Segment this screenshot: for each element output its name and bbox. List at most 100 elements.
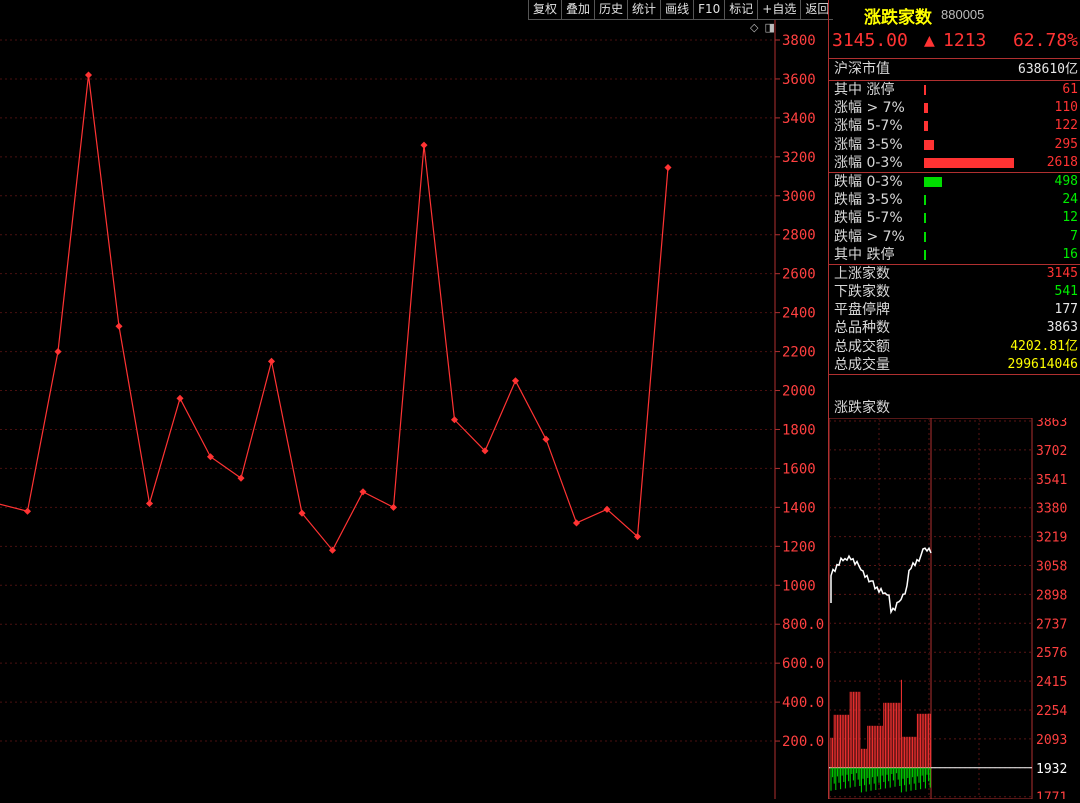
fall-bar [924, 176, 942, 187]
rise-value: 295 [1054, 136, 1078, 152]
fall-value: 16 [1062, 246, 1078, 262]
summary-row: 平盘停牌 177 [829, 301, 1080, 319]
data-point [664, 164, 672, 172]
y-tick-label: 1800 [782, 422, 816, 438]
mini-y-tick-label: 2093 [1036, 733, 1067, 748]
market-cap-value: 638610亿 [1018, 62, 1078, 77]
overlay-button[interactable]: 叠加 [561, 0, 595, 20]
up-arrow-icon: ▲ [924, 30, 935, 51]
rise-row: 涨幅 5-7% 122 [829, 117, 1080, 135]
summary-value: 299614046 [1007, 356, 1078, 372]
mini-y-tick-label: 2898 [1036, 588, 1067, 603]
fall-value: 7 [1070, 228, 1078, 244]
data-point [511, 377, 520, 385]
right-panel: 涨跌家数 880005 3145.00 ▲ 1213 62.78% 沪深市值 6… [828, 0, 1080, 803]
summary-label: 总成交量 [834, 356, 890, 373]
rise-bar [924, 157, 1014, 168]
fall-row: 跌幅 5-7% 12 [829, 209, 1080, 227]
rise-label: 涨幅 0-3% [834, 154, 903, 171]
data-point [542, 435, 550, 443]
fall-label: 跌幅 3-5% [834, 192, 903, 209]
y-tick-label: 1400 [782, 500, 816, 516]
market-cap-label: 沪深市值 [834, 61, 890, 77]
summary-row: 总品种数 3863 [829, 319, 1080, 337]
mini-y-tick-label: 3541 [1036, 473, 1067, 488]
mini-y-tick-label: 3702 [1036, 444, 1067, 459]
data-point [84, 71, 93, 79]
fall-value: 498 [1054, 173, 1078, 189]
draw-line-button[interactable]: 画线 [660, 0, 694, 20]
rise-bar [924, 103, 928, 114]
y-tick-label: 1200 [782, 539, 816, 555]
mini-chart-title: 涨跌家数 [834, 400, 890, 416]
rise-section: 其中 涨停 61 涨幅 > 7% 110 涨幅 5-7% 122 涨幅 3-5% 295 涨幅 … [829, 81, 1080, 173]
summary-row: 上涨家数 3145 [829, 265, 1080, 283]
y-tick-label: 3200 [782, 150, 816, 166]
data-point [420, 141, 428, 149]
fall-row: 跌幅 > 7% 7 [829, 228, 1080, 246]
statistics-button[interactable]: 统计 [627, 0, 661, 20]
data-point [176, 394, 184, 402]
data-point [389, 503, 398, 511]
fall-label: 跌幅 5-7% [834, 210, 903, 227]
y-tick-label: 2600 [782, 267, 816, 283]
fall-row: 跌幅 3-5% 24 [829, 191, 1080, 209]
y-tick-label: 3400 [782, 111, 816, 127]
restore-rights-button[interactable]: 复权 [528, 0, 562, 20]
y-tick-label: 2400 [782, 306, 816, 322]
history-button[interactable]: 历史 [594, 0, 628, 20]
y-tick-label: 3800 [782, 33, 816, 49]
mini-y-tick-label: 1771 [1036, 791, 1067, 799]
y-tick-label: 800.0 [782, 617, 824, 633]
fall-value: 12 [1062, 210, 1078, 226]
f10-button[interactable]: F10 [693, 0, 725, 20]
data-point [54, 348, 62, 356]
summary-label: 总成交额 [834, 338, 890, 355]
y-tick-label: 3600 [782, 72, 816, 88]
rise-row: 涨幅 > 7% 110 [829, 99, 1080, 117]
mini-chart[interactable]: 涨跌家数 3863 3702 3541 3380 3219 3058 2898 2737 257… [828, 398, 1080, 803]
mini-y-tick-label: 3219 [1036, 531, 1067, 546]
rise-value: 110 [1054, 100, 1078, 116]
fall-bar [924, 249, 926, 260]
mark-button[interactable]: 标记 [724, 0, 758, 20]
rise-bar [924, 121, 929, 132]
index-title: 涨跌家数 [864, 8, 932, 28]
summary-value: 4202.81亿 [1010, 338, 1078, 354]
rise-value: 122 [1054, 118, 1078, 134]
rise-row: 涨幅 3-5% 295 [829, 136, 1080, 154]
y-tick-label: 600.0 [782, 656, 824, 672]
index-code: 880005 [941, 7, 985, 22]
rise-label: 涨幅 5-7% [834, 118, 903, 135]
data-point [572, 519, 581, 527]
rise-bar [924, 139, 934, 150]
fall-row: 跌幅 0-3% 498 [829, 173, 1080, 191]
change-percent: 62.78% [1012, 30, 1078, 51]
main-chart[interactable]: 3800 3600 3400 3200 3000 2800 2600 2400 2200 2000… [0, 20, 828, 799]
fall-label: 跌幅 > 7% [834, 228, 905, 245]
y-tick-label: 2200 [782, 345, 816, 361]
y-tick-label: 1000 [782, 578, 816, 594]
summary-value: 3145 [1046, 265, 1078, 281]
summary-row: 总成交额 4202.81亿 [829, 338, 1080, 356]
fall-section: 跌幅 0-3% 498 跌幅 3-5% 24 跌幅 5-7% 12 跌幅 > 7% 7 其中 跌… [829, 173, 1080, 265]
summary-label: 上涨家数 [834, 265, 890, 282]
mini-y-tick-label: 3380 [1036, 502, 1067, 517]
main-chart-svg: 3800 3600 3400 3200 3000 2800 2600 2400 2200 2000… [0, 20, 824, 799]
add-watchlist-button[interactable]: +自选 [757, 0, 801, 20]
summary-value: 541 [1054, 284, 1078, 300]
y-tick-label: 2800 [782, 228, 816, 244]
y-tick-label: 1600 [782, 461, 816, 477]
data-point [206, 453, 215, 461]
rise-label: 其中 涨停 [834, 82, 895, 98]
mini-chart-svg: 3863 3702 3541 3380 3219 3058 2898 2737 2576 2415… [828, 415, 1067, 803]
mini-baseline-label: 1932 [1036, 762, 1067, 777]
fall-value: 24 [1062, 192, 1078, 208]
mini-series-line [830, 546, 932, 615]
data-point [267, 357, 276, 365]
index-header: 涨跌家数 880005 [829, 0, 1080, 28]
summary-row: 总成交量 299614046 [829, 356, 1080, 374]
fall-bar [924, 231, 926, 242]
data-point [145, 499, 154, 508]
rise-value: 61 [1062, 82, 1078, 97]
